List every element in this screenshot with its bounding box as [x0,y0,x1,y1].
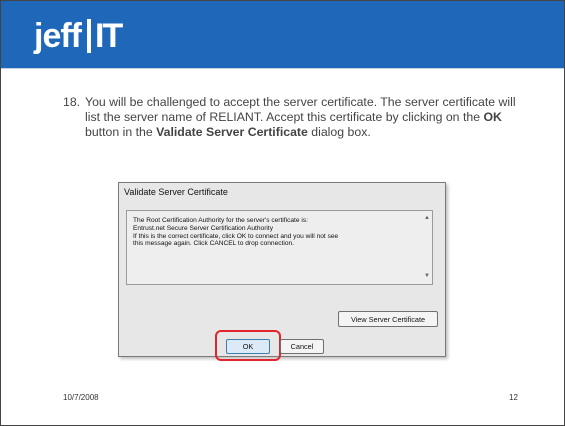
slide: jeff IT 18. You will be challenged to ac… [0,0,565,426]
scroll-up-arrow-icon[interactable]: ▲ [424,215,430,223]
step-number: 18. [63,95,81,109]
certificate-message-box[interactable]: The Root Certification Authority for the… [126,210,433,285]
scroll-down-arrow-icon[interactable]: ▼ [424,273,430,281]
jeffit-logo: jeff IT [34,16,123,56]
step-text-part1: You will be challenged to accept the ser… [85,95,516,124]
step-text-part3: dialog box. [307,125,371,139]
step-dialog-name: Validate Server Certificate [156,125,308,139]
page-number: 12 [509,393,518,402]
step-text: You will be challenged to accept the ser… [85,95,523,140]
ok-button[interactable]: OK [226,339,270,354]
cancel-button[interactable]: Cancel [280,339,324,354]
message-line: If this is the correct certificate, clic… [133,232,339,240]
header-divider [1,68,564,69]
logo-text-jeff: jeff [34,17,82,55]
dialog-title: Validate Server Certificate [124,187,228,197]
validate-certificate-dialog: Validate Server Certificate The Root Cer… [118,182,446,361]
logo-text-it: IT [95,17,123,55]
view-server-certificate-button[interactable]: View Server Certificate [338,311,438,327]
step-text-part2: button in the [85,125,157,139]
step-ok-label: OK [483,110,502,124]
footer-date: 10/7/2008 [63,393,99,402]
step-instruction: 18. You will be challenged to accept the… [63,95,523,140]
logo-divider [87,19,91,53]
message-line: this message again. Click CANCEL to drop… [133,240,295,248]
header-band: jeff IT [1,1,564,68]
message-line: Entrust.net Secure Server Certification … [133,224,273,232]
message-line: The Root Certification Authority for the… [133,217,308,224]
